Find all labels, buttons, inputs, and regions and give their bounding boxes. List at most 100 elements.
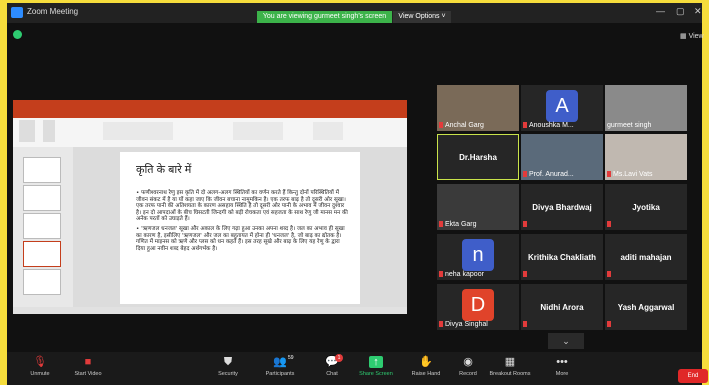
- participant-name: Divya Bhardwaj: [521, 184, 603, 230]
- ppt-status-bar: [13, 307, 407, 314]
- security-button[interactable]: ⛊ Security: [203, 352, 253, 377]
- chat-button[interactable]: 💬 1 Chat: [307, 352, 357, 377]
- hand-icon: ✋: [419, 356, 433, 368]
- participant-name: Dr.Harsha: [438, 135, 518, 179]
- participants-button[interactable]: 👥 59 Participants: [255, 352, 305, 377]
- slide-body: • फणीश्वरनाथ रेणु इस कृति में दो अलग-अलग…: [136, 190, 350, 252]
- share-screen-label: Share Screen: [359, 371, 393, 377]
- participant-name-text: gurmeet singh: [607, 122, 652, 129]
- slide-thumb[interactable]: [23, 269, 61, 295]
- mic-muted-icon: [439, 321, 443, 328]
- chat-badge: 1: [335, 354, 343, 362]
- participant-name: Prof. Anurad...: [523, 171, 574, 178]
- participant-name-text: Nidhi Arora: [540, 302, 584, 312]
- slide-canvas: कृति के बारे में • फणीश्वरनाथ रेणु इस कृ…: [73, 147, 407, 307]
- view-options-button[interactable]: View Options ˅: [393, 11, 451, 23]
- start-video-button[interactable]: ■ Start Video: [63, 352, 113, 377]
- mic-muted-icon: 🎙: [33, 356, 47, 368]
- slide-thumb[interactable]: [23, 213, 61, 239]
- participant-name-text: Divya Singhal: [445, 321, 488, 328]
- participant-tile[interactable]: Dr.Harsha: [437, 134, 519, 180]
- mic-muted-icon: [607, 171, 611, 178]
- more-button[interactable]: ••• More: [537, 352, 587, 377]
- participant-name-text: Dr.Harsha: [459, 152, 497, 162]
- participant-name: Ms.Lavi Vats: [607, 171, 653, 178]
- participant-name-text: neha kapoor: [445, 271, 484, 278]
- participant-tile[interactable]: Anchal Garg: [437, 85, 519, 131]
- mic-muted-icon: [523, 122, 527, 129]
- share-screen-icon: ↑: [369, 356, 383, 368]
- slide-thumbnails: [13, 147, 73, 307]
- share-screen-button[interactable]: ↑ Share Screen: [351, 352, 401, 377]
- participant-tile[interactable]: gurmeet singh: [605, 85, 687, 131]
- slide-bullet-1: • फणीश्वरनाथ रेणु इस कृति में दो अलग-अलग…: [136, 190, 348, 223]
- participant-name-text: Prof. Anurad...: [529, 171, 574, 178]
- shared-screen: कृति के बारे में • फणीश्वरनाथ रेणु इस कृ…: [13, 100, 407, 314]
- mic-muted-icon: [439, 122, 443, 129]
- participant-name-text: Ms.Lavi Vats: [613, 171, 653, 178]
- record-icon: ◉: [463, 356, 473, 368]
- slide-thumb-selected[interactable]: [23, 241, 61, 267]
- participant-name: Anchal Garg: [439, 122, 484, 129]
- slide-thumb[interactable]: [23, 157, 61, 183]
- mic-muted-icon: [523, 221, 527, 227]
- participant-name: Jyotika: [605, 184, 687, 230]
- participant-name: neha kapoor: [439, 271, 484, 278]
- start-video-label: Start Video: [74, 371, 102, 377]
- video-off-icon: ■: [84, 356, 92, 368]
- unmute-label: Unmute: [30, 371, 50, 377]
- avatar: D: [462, 289, 494, 321]
- slide-thumb[interactable]: [23, 185, 61, 211]
- breakout-label: Breakout Rooms: [489, 371, 531, 377]
- participant-name-text: Yash Aggarwal: [617, 302, 675, 312]
- chat-label: Chat: [326, 371, 338, 377]
- participant-name-text: aditi mahajan: [620, 252, 672, 262]
- slide-bullet-2: • 'ऋणजल धनजल' सूखा और अकाल के लिए गढ़ा ह…: [136, 225, 345, 252]
- participant-tile[interactable]: Krithika Chakliath: [521, 234, 603, 280]
- mic-muted-icon: [523, 171, 527, 178]
- meeting-toolbar: 🎙 Unmute ■ Start Video ⛊ Security 👥 59 Partic…: [7, 352, 702, 385]
- participant-tile[interactable]: Prof. Anurad...: [521, 134, 603, 180]
- end-button[interactable]: End: [678, 369, 708, 383]
- close-icon[interactable]: ✕: [694, 6, 702, 17]
- participant-name: Krithika Chakliath: [521, 234, 603, 280]
- breakout-rooms-button[interactable]: ▦ Breakout Rooms: [485, 352, 535, 377]
- mic-muted-icon: [439, 271, 443, 278]
- participant-tile[interactable]: Nidhi Arora: [521, 284, 603, 330]
- view-mode-button[interactable]: ▦ View: [680, 32, 704, 40]
- participant-tile[interactable]: D Divya Singhal: [437, 284, 519, 330]
- participant-tile[interactable]: aditi mahajan: [605, 234, 687, 280]
- viewing-banner: You are viewing gurmeet singh's screen: [257, 11, 392, 23]
- participant-tile[interactable]: Yash Aggarwal: [605, 284, 687, 330]
- unmute-button[interactable]: 🎙 Unmute: [15, 352, 65, 377]
- participant-tile[interactable]: A Anoushka M...: [521, 85, 603, 131]
- mic-muted-icon: [607, 221, 611, 227]
- maximize-icon[interactable]: ▢: [676, 6, 685, 17]
- participant-name-text: Anchal Garg: [445, 122, 484, 129]
- participant-tile[interactable]: Jyotika: [605, 184, 687, 230]
- slide-title: कृति के बारे में: [136, 164, 192, 176]
- participant-tile[interactable]: Ms.Lavi Vats: [605, 134, 687, 180]
- participant-name: Divya Singhal: [439, 321, 488, 328]
- shield-icon: ⛊: [223, 356, 233, 368]
- avatar: A: [546, 90, 578, 122]
- participant-name-text: Divya Bhardwaj: [532, 202, 592, 212]
- participant-tile[interactable]: Divya Bhardwaj: [521, 184, 603, 230]
- mic-muted-icon: [523, 271, 527, 277]
- participant-tile[interactable]: n neha kapoor: [437, 234, 519, 280]
- security-label: Security: [218, 371, 238, 377]
- mic-muted-icon: [523, 321, 527, 327]
- participant-name: Nidhi Arora: [521, 284, 603, 330]
- avatar: n: [462, 239, 494, 271]
- participant-name: Ekta Garg: [439, 221, 477, 228]
- participant-tile[interactable]: Ekta Garg: [437, 184, 519, 230]
- shield-icon[interactable]: [13, 30, 22, 39]
- participant-name: gurmeet singh: [607, 122, 651, 129]
- chevron-down-icon[interactable]: ⌄: [548, 333, 584, 349]
- participant-name: Yash Aggarwal: [605, 284, 687, 330]
- minimize-icon[interactable]: —: [656, 6, 665, 16]
- participant-name-text: Jyotika: [632, 202, 660, 212]
- participant-name-text: Ekta Garg: [445, 221, 477, 228]
- participant-name: Anoushka M...: [523, 122, 574, 129]
- mic-muted-icon: [439, 221, 443, 228]
